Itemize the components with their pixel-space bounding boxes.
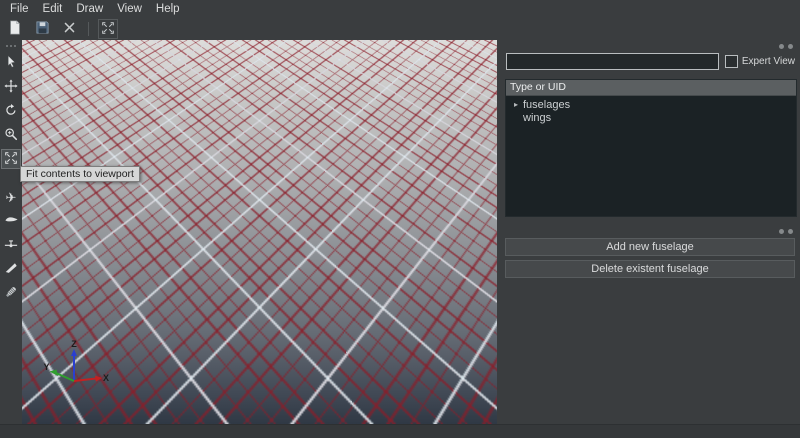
menu-edit[interactable]: Edit [36, 1, 70, 17]
new-file-icon [8, 20, 22, 38]
aircraft-front-view-icon [4, 237, 18, 254]
menu-bar: File Edit Draw View Help [0, 0, 800, 18]
tool-palette: ✈ [0, 40, 22, 425]
aircraft-front-view-tool-button[interactable] [1, 235, 21, 255]
tree-item-fuselages[interactable]: fuselages [506, 98, 796, 111]
add-fuselage-button[interactable]: Add new fuselage [505, 238, 795, 256]
fit-view-icon [101, 21, 115, 38]
rotate-tool-icon [4, 103, 18, 120]
screw-icon [4, 285, 18, 302]
airfoil-tool-button[interactable] [1, 211, 21, 231]
fit-contents-tool-icon [4, 151, 18, 168]
wing-tool-button[interactable] [1, 259, 21, 279]
menu-help[interactable]: Help [149, 1, 187, 17]
rotate-tool-button[interactable] [1, 101, 21, 121]
close-button[interactable] [59, 19, 79, 39]
menu-file[interactable]: File [3, 1, 36, 17]
expand-arrow-icon[interactable] [514, 100, 523, 109]
aircraft-top-view-icon: ✈ [5, 189, 17, 205]
toolbar-separator [88, 22, 89, 36]
save-button[interactable] [32, 19, 52, 39]
zoom-tool-icon [4, 127, 18, 144]
tooltip: Fit contents to viewport [20, 166, 140, 182]
tree-body: fuselages wings [506, 96, 796, 216]
select-tool-button[interactable] [1, 53, 21, 73]
axis-y-label: Y [43, 362, 49, 372]
tree-item-wings[interactable]: wings [506, 111, 796, 124]
filter-input[interactable] [506, 53, 719, 70]
menu-view[interactable]: View [110, 1, 149, 17]
tree-item-label: wings [523, 111, 552, 124]
status-bar [0, 424, 800, 438]
menu-draw[interactable]: Draw [69, 1, 110, 17]
viewport-3d[interactable]: Z X Y [22, 40, 497, 425]
aircraft-top-view-tool-button[interactable]: ✈ [1, 187, 21, 207]
scene-tree: Type or UID fuselages wings [505, 79, 797, 217]
fit-contents-tool-button[interactable] [1, 149, 21, 169]
zoom-tool-button[interactable] [1, 125, 21, 145]
delete-fuselage-button[interactable]: Delete existent fuselage [505, 260, 795, 278]
app-window: File Edit Draw View Help ✈ Z X Y Fit con… [0, 0, 800, 438]
wing-icon [4, 261, 18, 278]
main-toolbar [0, 18, 800, 40]
select-tool-icon [5, 55, 18, 71]
save-icon [35, 20, 50, 38]
expert-view-label: Expert View [741, 56, 795, 67]
tree-item-label: fuselages [523, 98, 571, 111]
airfoil-icon [4, 212, 19, 230]
screw-tool-button[interactable] [1, 283, 21, 303]
axis-x-label: X [103, 373, 109, 383]
new-file-button[interactable] [5, 19, 25, 39]
filter-row: Expert View [506, 53, 795, 70]
palette-handle-dots[interactable] [6, 45, 16, 47]
axes-triad: Z X Y [43, 339, 109, 383]
pan-tool-button[interactable] [1, 77, 21, 97]
dock-handle-dots-mid[interactable] [779, 229, 793, 234]
axis-z-label: Z [71, 339, 77, 349]
fit-view-button[interactable] [98, 19, 118, 39]
pan-tool-icon [4, 78, 18, 96]
expert-view-checkbox[interactable] [724, 55, 738, 68]
dock-handle-dots-top[interactable] [779, 44, 793, 49]
tree-header: Type or UID [506, 80, 796, 96]
close-icon [63, 21, 76, 37]
